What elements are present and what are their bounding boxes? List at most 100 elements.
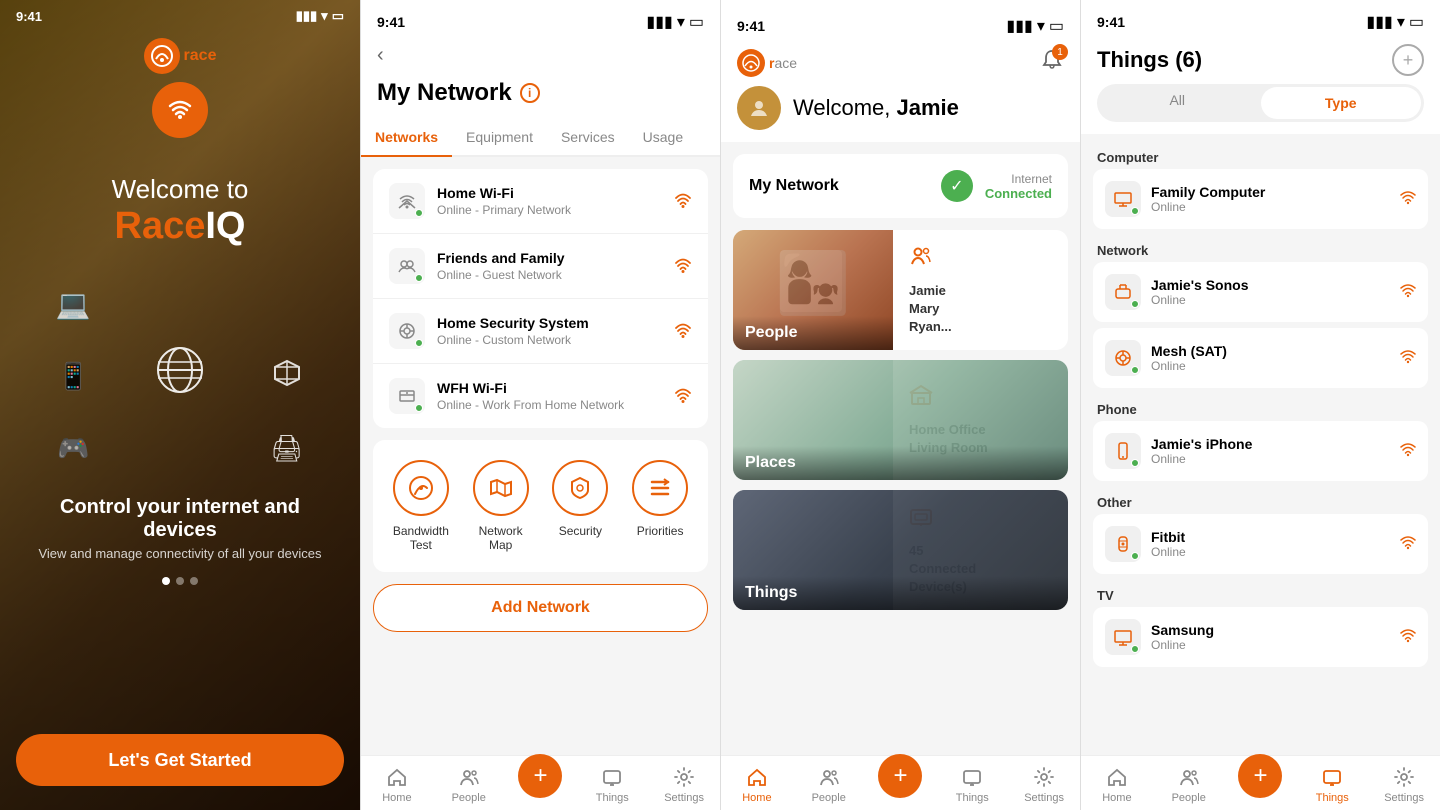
network-item-wfh[interactable]: WFH Wi-Fi Online - Work From Home Networ… bbox=[373, 364, 708, 428]
places-overlay: Places bbox=[733, 446, 1068, 480]
samsung-signal bbox=[1400, 627, 1416, 648]
network-icon bbox=[273, 359, 301, 394]
notification-count: 1 bbox=[1052, 44, 1068, 60]
s3-nav-people[interactable]: People bbox=[793, 756, 865, 810]
homewifi-name: Home Wi-Fi bbox=[437, 185, 662, 201]
priorities-button[interactable]: Priorities bbox=[632, 460, 688, 552]
s4-nav-things[interactable]: Things bbox=[1296, 756, 1368, 810]
s3-nav-home-label: Home bbox=[742, 792, 771, 804]
s3-nav-things[interactable]: Things bbox=[936, 756, 1008, 810]
people-names: JamieMaryRyan... bbox=[909, 282, 1052, 337]
mesh-sat-info: Mesh (SAT) Online bbox=[1151, 343, 1390, 373]
s3-nav-settings[interactable]: Settings bbox=[1008, 756, 1080, 810]
network-status-card[interactable]: My Network ✓ Internet Connected bbox=[733, 154, 1068, 218]
sonos-signal bbox=[1400, 282, 1416, 303]
filter-type[interactable]: Type bbox=[1261, 87, 1422, 119]
tab-equipment[interactable]: Equipment bbox=[452, 119, 547, 155]
family-computer-name: Family Computer bbox=[1151, 184, 1390, 200]
friends-name: Friends and Family bbox=[437, 250, 662, 266]
s2-nav-people[interactable]: People bbox=[433, 756, 505, 810]
bandwidth-test-label: BandwidthTest bbox=[393, 524, 449, 552]
thing-jamies-sonos[interactable]: Jamie's Sonos Online bbox=[1093, 262, 1428, 322]
notification-bell[interactable]: 1 bbox=[1040, 48, 1064, 78]
thing-fitbit[interactable]: Fitbit Online bbox=[1093, 514, 1428, 574]
s2-nav-settings-label: Settings bbox=[664, 792, 704, 804]
s3-bottom-nav: Home People + Things Settings bbox=[721, 755, 1080, 810]
internet-label: Internet bbox=[985, 172, 1052, 186]
s2-nav-settings[interactable]: Settings bbox=[648, 756, 720, 810]
s3-logo-circle bbox=[737, 49, 765, 77]
welcome-greeting: Welcome, Jamie bbox=[793, 95, 959, 121]
brand-name: RaceIQ bbox=[115, 205, 246, 248]
sonos-icon bbox=[1105, 274, 1141, 310]
info-icon[interactable]: i bbox=[520, 83, 540, 103]
get-started-button[interactable]: Let's Get Started bbox=[16, 734, 344, 786]
tab-usage[interactable]: Usage bbox=[629, 119, 697, 155]
s4-wifi: ▾ bbox=[1397, 12, 1405, 32]
security-signal bbox=[674, 320, 692, 343]
thing-mesh-sat[interactable]: Mesh (SAT) Online bbox=[1093, 328, 1428, 388]
wifi-button[interactable] bbox=[152, 82, 208, 138]
places-card[interactable]: Places Home OfficeLiving Room bbox=[733, 360, 1068, 480]
network-map-button[interactable]: NetworkMap bbox=[473, 460, 529, 552]
security-button[interactable]: Security bbox=[552, 460, 608, 552]
s2-nav-things[interactable]: Things bbox=[576, 756, 648, 810]
add-network-button[interactable]: Add Network bbox=[373, 584, 708, 632]
s2-nav-plus[interactable]: + bbox=[505, 756, 577, 810]
fitbit-status: Online bbox=[1151, 545, 1390, 559]
iphone-icon bbox=[1105, 433, 1141, 469]
s3-nav-plus[interactable]: + bbox=[865, 756, 937, 810]
screen-welcome: 9:41 ▮▮▮ ▾ ▭ race bbox=[0, 0, 360, 810]
s4-nav-plus[interactable]: + bbox=[1225, 756, 1297, 810]
s2-signal: ▮▮▮ bbox=[646, 12, 672, 32]
things-card[interactable]: Things 45ConnectedDevice(s) bbox=[733, 490, 1068, 610]
bandwidth-test-button[interactable]: BandwidthTest bbox=[393, 460, 449, 552]
s2-time: 9:41 bbox=[377, 14, 405, 30]
homewifi-info: Home Wi-Fi Online - Primary Network bbox=[437, 185, 662, 217]
s4-nav-home[interactable]: Home bbox=[1081, 756, 1153, 810]
thing-samsung[interactable]: Samsung Online bbox=[1093, 607, 1428, 667]
add-thing-button[interactable]: + bbox=[1392, 44, 1424, 76]
wfh-name: WFH Wi-Fi bbox=[437, 380, 662, 396]
s2-bottom-nav: Home People + Things Settings bbox=[361, 755, 720, 810]
category-phone: Phone bbox=[1093, 394, 1428, 421]
security-icon bbox=[389, 313, 425, 349]
security-action-icon bbox=[552, 460, 608, 516]
s3-signal: ▮▮▮ bbox=[1006, 16, 1032, 36]
tab-services[interactable]: Services bbox=[547, 119, 629, 155]
s3-plus-button[interactable]: + bbox=[878, 754, 922, 798]
security-info: Home Security System Online - Custom Net… bbox=[437, 315, 662, 347]
s2-plus-button[interactable]: + bbox=[518, 754, 562, 798]
places-photo: Places bbox=[733, 360, 893, 480]
s2-nav-home[interactable]: Home bbox=[361, 756, 433, 810]
network-item-homewifi[interactable]: Home Wi-Fi Online - Primary Network bbox=[373, 169, 708, 234]
s2-status-icons: ▮▮▮ ▾ ▭ bbox=[646, 12, 704, 32]
s4-nav-people[interactable]: People bbox=[1153, 756, 1225, 810]
back-button[interactable]: ‹ bbox=[377, 44, 384, 67]
category-network: Network bbox=[1093, 235, 1428, 262]
screen4-header: 9:41 ▮▮▮ ▾ ▭ Things (6) + All Type bbox=[1081, 0, 1440, 134]
places-card-title: Places bbox=[745, 454, 1056, 472]
filter-all[interactable]: All bbox=[1097, 84, 1258, 122]
things-card-title: Things bbox=[745, 584, 1056, 602]
page-dots bbox=[162, 577, 198, 585]
samsung-name: Samsung bbox=[1151, 622, 1390, 638]
people-card[interactable]: 👩‍👧 People JamieMaryRyan... bbox=[733, 230, 1068, 350]
s4-nav-settings[interactable]: Settings bbox=[1368, 756, 1440, 810]
logo-circle bbox=[144, 38, 180, 74]
thing-family-computer[interactable]: Family Computer Online bbox=[1093, 169, 1428, 229]
s2-nav-home-label: Home bbox=[382, 792, 411, 804]
mesh-sat-status: Online bbox=[1151, 359, 1390, 373]
tab-networks[interactable]: Networks bbox=[361, 119, 452, 157]
printer-icon: 🖨 bbox=[270, 433, 303, 464]
s2-battery: ▭ bbox=[689, 12, 704, 32]
s4-plus-button[interactable]: + bbox=[1238, 754, 1282, 798]
network-item-security[interactable]: Home Security System Online - Custom Net… bbox=[373, 299, 708, 364]
things-overlay: Things bbox=[733, 576, 1068, 610]
family-computer-status: Online bbox=[1151, 200, 1390, 214]
s4-nav-people-label: People bbox=[1172, 792, 1206, 804]
mesh-sat-signal bbox=[1400, 348, 1416, 369]
thing-jamies-iphone[interactable]: Jamie's iPhone Online bbox=[1093, 421, 1428, 481]
network-item-friends[interactable]: Friends and Family Online - Guest Networ… bbox=[373, 234, 708, 299]
s3-nav-home[interactable]: Home bbox=[721, 756, 793, 810]
